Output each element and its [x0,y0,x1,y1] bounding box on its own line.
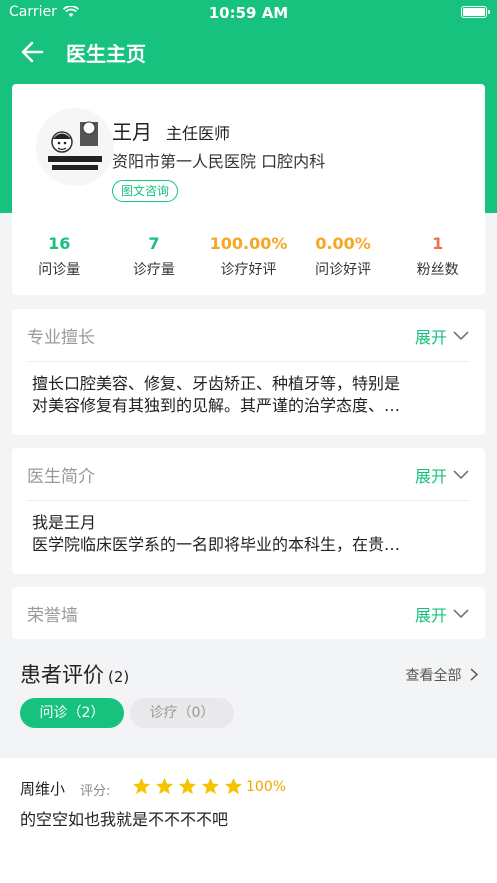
expertise-section: 专业擅长 展开 擅长口腔美容、修复、牙齿矫正、种植牙等，特别是 对美容修复有其独… [12,309,485,435]
expand-label: 展开 [414,328,447,347]
review-user: 周维小 [20,780,66,798]
review-list: 周维小 评分: 100% 的空空如也我就是不不不不吧 [0,758,497,883]
body-line: 我是王月 [32,513,97,532]
rating-stars [132,777,243,796]
stat-label: 粉丝数 [416,262,459,278]
status-bar: Carrier 10:59 AM [0,0,497,26]
stat-fans: 1 粉丝数 [390,234,485,282]
stat-value: 7 [148,234,160,253]
section-title: 医生简介 [27,467,95,487]
avatar[interactable] [36,108,114,186]
star-icon [155,777,174,795]
stats-row: 16 问诊量 7 诊疗量 100.00% 诊疗好评 0.00% 问诊好评 1 粉… [12,234,485,282]
chevron-down-icon [453,609,469,619]
expand-button[interactable]: 展开 [415,463,469,487]
doctor-profile-card: 王月 主任医师 资阳市第一人民医院 口腔内科 图文咨询 16 问诊量 7 诊疗量… [12,84,485,295]
tab-consultation[interactable]: 问诊（2） [20,698,124,728]
stat-consultations: 16 问诊量 [12,234,107,282]
body-line: 对美容修复有其独到的见解。其严谨的治学态度、… [32,396,401,415]
reviews-title: 患者评价 [20,663,104,687]
divider [27,361,470,362]
page-title: 医生主页 [66,42,146,66]
doctor-title: 主任医师 [166,124,231,143]
star-icon [132,777,151,795]
section-body: 擅长口腔美容、修复、牙齿矫正、种植牙等，特别是 对美容修复有其独到的见解。其严谨… [32,373,465,417]
view-all-link[interactable]: 查看全部 [406,665,479,685]
section-title: 专业擅长 [27,328,95,348]
stat-label: 问诊好评 [315,262,372,278]
expand-label: 展开 [414,467,447,486]
review-score-label: 评分: [80,784,111,799]
stat-value: 1 [432,234,444,253]
expand-button[interactable]: 展开 [415,602,469,626]
section-body: 我是王月 医学院临床医学系的一名即将毕业的本科生，在贵… [32,512,465,556]
expand-label: 展开 [414,606,447,625]
arrow-left-icon[interactable] [18,38,48,66]
doctor-hospital: 资阳市第一人民医院 口腔内科 [112,152,326,171]
chevron-right-icon [470,668,479,681]
reviews-count: (2) [108,668,130,686]
review-text: 的空空如也我就是不不不不吧 [20,810,229,829]
star-icon [201,777,220,795]
divider [27,500,470,501]
body-line: 擅长口腔美容、修复、牙齿矫正、种植牙等，特别是 [32,374,401,393]
navigation-bar: 医生主页 [0,30,497,74]
reviews-heading: 患者评价 (2) [20,659,129,689]
honor-section: 荣誉墙 展开 [12,587,485,639]
battery-icon [461,6,490,18]
view-all-label: 查看全部 [405,668,462,684]
tab-treatment[interactable]: 诊疗（0） [130,698,234,728]
chevron-down-icon [453,331,469,341]
section-header: 医生简介 展开 [12,448,485,500]
body-line: 医学院临床医学系的一名即将毕业的本科生，在贵… [32,535,401,554]
expand-button[interactable]: 展开 [415,324,469,348]
stat-treatments: 7 诊疗量 [107,234,202,282]
section-title: 荣誉墙 [27,606,78,626]
stat-value: 16 [48,234,71,253]
stat-label: 诊疗量 [132,262,175,278]
stat-label: 诊疗好评 [220,262,277,278]
section-header: 专业擅长 展开 [12,309,485,361]
doctor-name: 王月 [112,120,152,144]
consult-tag[interactable]: 图文咨询 [112,180,179,202]
stat-value: 100.00% [209,234,288,253]
stat-treatment-rating: 100.00% 诊疗好评 [201,234,296,282]
section-header: 荣誉墙 展开 [12,587,485,639]
stat-consult-rating: 0.00% 问诊好评 [296,234,391,282]
clock: 10:59 AM [208,4,289,22]
stat-label: 问诊量 [38,262,81,278]
star-icon [178,777,197,795]
stat-value: 0.00% [315,234,371,253]
intro-section: 医生简介 展开 我是王月 医学院临床医学系的一名即将毕业的本科生，在贵… [12,448,485,574]
review-percent: 100% [246,779,287,795]
chevron-down-icon [453,470,469,480]
star-icon [224,777,243,795]
